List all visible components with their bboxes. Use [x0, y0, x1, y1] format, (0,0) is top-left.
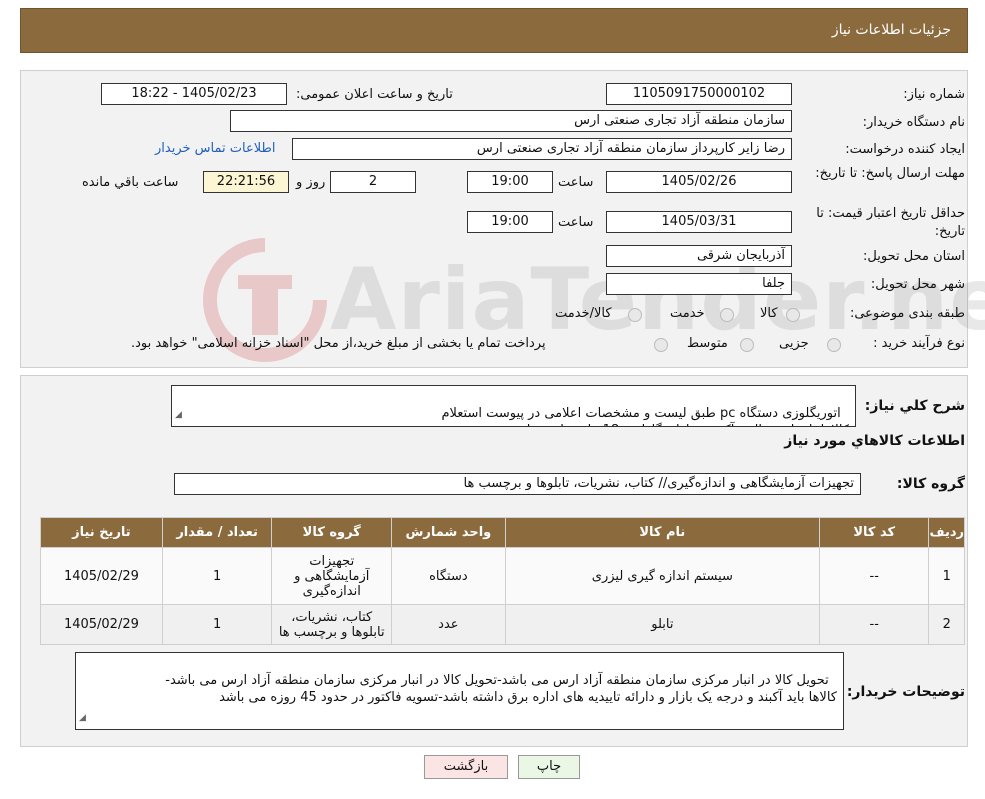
cell-date: 1405/02/29	[40, 547, 163, 605]
goods-group-label: گروه کالا:	[896, 476, 965, 492]
col-code-header: کد کالا	[819, 517, 930, 548]
back-button[interactable]: بازگشت	[424, 755, 508, 779]
cell-row: 2	[928, 604, 965, 645]
col-qty-header: تعداد / مقدار	[161, 517, 273, 548]
validity-date-field: 1405/03/31	[606, 211, 792, 233]
buyer-notes-textarea[interactable]: تحویل کالا در انبار مرکزی سازمان منطقه آ…	[75, 652, 844, 730]
col-unit-header: واحد شمارش	[391, 517, 506, 548]
cell-row: 1	[928, 547, 965, 605]
announce-field: 1405/02/23 - 18:22	[101, 83, 287, 105]
days-label: روز و	[296, 175, 326, 190]
purchase-medium-label: متوسط	[687, 336, 728, 351]
cell-code: --	[819, 547, 930, 605]
category-goods-label: کالا	[760, 306, 778, 321]
col-date-header: تاریخ نیاز	[40, 517, 163, 548]
category-goods-radio[interactable]	[786, 308, 800, 322]
table-row: 2 -- تابلو عدد کتاب، نشریات، تابلوها و ب…	[40, 604, 965, 645]
purchase-minor-radio[interactable]	[827, 338, 841, 352]
validity-time-field: 19:00	[467, 211, 553, 233]
cell-date: 1405/02/29	[40, 604, 163, 645]
days-remaining-field: 2	[330, 171, 416, 193]
cell-qty: 1	[161, 604, 273, 645]
items-section-title: اطلاعات كالاهاي مورد نياز	[784, 433, 965, 449]
col-group-header: گروه کالا	[271, 517, 393, 548]
buyer-org-label: نام دستگاه خریدار:	[862, 115, 965, 130]
city-field: جلفا	[606, 273, 792, 295]
category-goods-service-radio[interactable]	[628, 308, 642, 322]
resize-handle-icon[interactable]: ◢	[175, 407, 182, 424]
table-row: 1 -- سیستم اندازه گیری لیزری دستگاه تجهی…	[40, 547, 965, 605]
summary-textarea[interactable]: اتوریگلوزی دستگاه pc طبق لیست و مشخصات ا…	[171, 385, 856, 427]
purchase-note: پرداخت تمام یا بخشی از مبلغ خرید،از محل …	[131, 336, 546, 351]
cell-unit: دستگاه	[391, 547, 506, 605]
table-header-row: ردیف کد کالا نام کالا واحد شمارش گروه کا…	[40, 517, 965, 548]
requester-label: ایجاد کننده درخواست:	[845, 142, 965, 157]
cell-code: --	[819, 604, 930, 645]
items-table: ردیف کد کالا نام کالا واحد شمارش گروه کا…	[40, 517, 965, 645]
purchase-medium-radio[interactable]	[740, 338, 754, 352]
cell-name: تابلو	[504, 604, 821, 645]
print-button[interactable]: چاپ	[518, 755, 580, 779]
cell-group: کتاب، نشریات، تابلوها و برچسب ها	[271, 604, 393, 645]
page-title: جزئیات اطلاعات نیاز	[831, 22, 951, 38]
deadline-date-field: 1405/02/26	[606, 171, 792, 193]
cell-qty: 1	[161, 547, 273, 605]
category-service-radio[interactable]	[720, 308, 734, 322]
announce-label: تاریخ و ساعت اعلان عمومی:	[296, 87, 453, 102]
purchase-treasury-checkbox[interactable]	[654, 338, 668, 352]
resize-handle-icon[interactable]: ◢	[79, 710, 86, 727]
validity-time-label: ساعت	[558, 215, 594, 230]
province-field: آذربایجان شرقی	[606, 245, 792, 267]
buyer-notes-label: توضیحات خریدار:	[846, 684, 965, 700]
deadline-time-field: 19:00	[467, 171, 553, 193]
province-label: استان محل تحویل:	[863, 249, 965, 264]
summary-text: اتوریگلوزی دستگاه pc طبق لیست و مشخصات ا…	[441, 406, 849, 426]
remaining-time-field: 22:21:56	[203, 171, 289, 193]
remaining-label: ساعت باقي مانده	[82, 175, 179, 190]
requester-field: رضا زایر کارپرداز سازمان منطقه آزاد تجار…	[292, 138, 792, 160]
need-number-label: شماره نیاز:	[903, 87, 965, 102]
summary-label: شرح كلي نياز:	[864, 398, 965, 414]
category-label: طبقه بندی موضوعی:	[849, 306, 965, 321]
city-label: شهر محل تحویل:	[870, 277, 965, 292]
category-service-label: خدمت	[670, 306, 705, 321]
deadline-time-label: ساعت	[558, 175, 594, 190]
category-goods-service-label: کالا/خدمت	[555, 306, 612, 321]
buyer-contact-link[interactable]: اطلاعات تماس خریدار	[155, 141, 275, 156]
deadline-label: مهلت ارسال پاسخ: تا تاریخ:	[815, 166, 965, 181]
cell-name: سیستم اندازه گیری لیزری	[504, 547, 821, 605]
col-name-header: نام کالا	[504, 517, 821, 548]
page-header: جزئیات اطلاعات نیاز	[20, 8, 968, 53]
buyer-org-field: سازمان منطقه آزاد تجاری صنعتی ارس	[230, 110, 792, 132]
cell-group: تجهیزات آزمایشگاهی و اندازه‌گیری	[271, 547, 393, 605]
cell-unit: عدد	[391, 604, 506, 645]
purchase-type-label: نوع فرآیند خرید :	[873, 336, 965, 351]
buyer-notes-text: تحویل کالا در انبار مرکزی سازمان منطقه آ…	[165, 673, 837, 705]
validity-label: حداقل تاریخ اعتبار قیمت: تا تاریخ:	[816, 206, 965, 239]
col-row-header: ردیف	[928, 517, 965, 548]
goods-group-field: تجهیزات آزمایشگاهی و اندازه‌گیری// کتاب،…	[174, 473, 861, 495]
purchase-minor-label: جزیی	[779, 336, 809, 351]
need-number-field: 1105091750000102	[606, 83, 792, 105]
